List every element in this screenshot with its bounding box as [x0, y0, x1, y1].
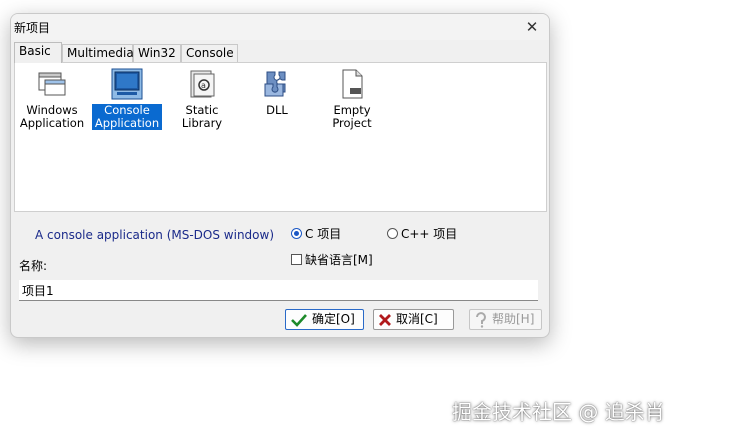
- project-type-label-line2: Application: [94, 116, 160, 130]
- watermark: 掘金技术社区 @ 追杀肖: [452, 400, 665, 424]
- project-type-windows-application[interactable]: Windows Application: [17, 68, 87, 130]
- project-type-label-line1: Windows: [26, 103, 78, 117]
- cpp-project-radio[interactable]: C++ 项目: [387, 225, 457, 242]
- console-app-icon: [111, 68, 143, 100]
- dll-icon: [264, 71, 286, 97]
- title-bar[interactable]: 新项目 ✕: [11, 14, 549, 40]
- windows-app-icon: [38, 72, 66, 96]
- project-type-dll[interactable]: DLL: [242, 68, 312, 117]
- checkbox-indicator: [291, 254, 302, 265]
- close-icon: ✕: [525, 18, 539, 36]
- empty-project-icon: [342, 69, 363, 99]
- project-type-list: Windows Application Console Application: [14, 62, 547, 212]
- tab-win32[interactable]: Win32: [133, 44, 181, 62]
- c-project-radio[interactable]: C 项目: [291, 225, 341, 242]
- project-type-empty-project[interactable]: Empty Project: [317, 68, 387, 130]
- checkmark-icon: [291, 313, 307, 327]
- project-description: A console application (MS-DOS window): [35, 228, 275, 242]
- radio-indicator: [291, 228, 302, 239]
- radio-indicator: [387, 228, 398, 239]
- tab-console[interactable]: Console: [181, 44, 238, 62]
- default-language-checkbox[interactable]: 缺省语言[M]: [291, 251, 373, 268]
- tab-multimedia[interactable]: Multimedia: [62, 44, 134, 62]
- dialog-title: 新项目: [14, 21, 51, 35]
- project-type-label-line2: Application: [19, 116, 85, 130]
- help-button[interactable]: 帮助[H]: [469, 309, 542, 330]
- project-type-label-line1: Console: [104, 103, 150, 117]
- new-project-dialog: 新项目 ✕ Basic Multimedia Win32 Console Win…: [10, 13, 550, 338]
- project-name-input[interactable]: [19, 280, 538, 301]
- tab-basic[interactable]: Basic: [14, 42, 62, 63]
- cross-icon: [379, 313, 391, 326]
- c-project-label: C 项目: [305, 227, 342, 241]
- name-label: 名称:: [19, 259, 48, 273]
- help-question-icon: [476, 311, 486, 328]
- project-type-label-line1: DLL: [266, 103, 288, 117]
- default-language-label: 缺省语言[M]: [305, 253, 373, 267]
- ok-button[interactable]: 确定[O]: [285, 309, 364, 330]
- cancel-button[interactable]: 取消[C]: [373, 309, 454, 330]
- static-library-icon: a: [190, 70, 215, 98]
- project-type-static-library[interactable]: a Static Library: [167, 68, 237, 130]
- svg-text:a: a: [201, 81, 206, 90]
- project-type-console-application[interactable]: Console Application: [92, 68, 162, 130]
- cpp-project-label: C++ 项目: [401, 227, 458, 241]
- project-type-label-line1: Empty Project: [332, 103, 372, 130]
- close-button[interactable]: ✕: [519, 16, 545, 38]
- project-type-label-line1: Static Library: [181, 103, 223, 130]
